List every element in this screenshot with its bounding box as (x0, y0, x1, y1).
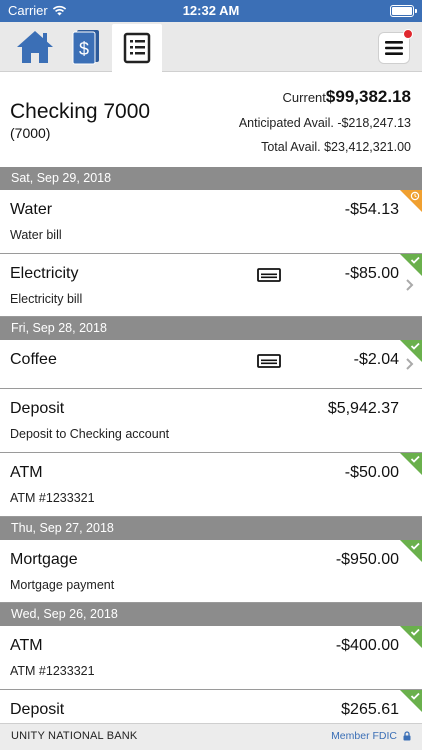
chevron-right-icon[interactable] (405, 278, 415, 292)
transaction-amount: -$54.13 (344, 201, 399, 218)
transaction-name: Deposit (10, 400, 65, 417)
current-balance-label: Current (282, 90, 326, 105)
clock-icon (410, 191, 420, 201)
status-bar: Carrier 12:32 AM (0, 0, 422, 22)
total-balance-label: Total Avail. (261, 140, 321, 154)
transaction-row[interactable]: Electricity -$85.00 Electricity bill (0, 254, 422, 317)
transaction-description: ATM #1233321 (10, 664, 95, 678)
transaction-row[interactable]: Deposit $5,942.37 Deposit to Checking ac… (0, 389, 422, 453)
fdic-label: Member FDIC (331, 730, 397, 742)
tab-home[interactable] (12, 24, 58, 70)
transaction-amount: $265.61 (341, 701, 399, 718)
anticipated-balance: Anticipated Avail. -$218,247.13 (239, 116, 411, 130)
transaction-name: Electricity (10, 265, 79, 282)
transaction-row[interactable]: Coffee -$2.04 (0, 340, 422, 389)
transaction-name: Mortgage (10, 551, 78, 568)
home-icon (17, 31, 53, 63)
account-name: Checking 7000 (10, 100, 151, 123)
checkmark-icon (410, 342, 420, 350)
tab-register[interactable] (112, 24, 162, 72)
transaction-row[interactable]: ATM -$50.00 ATM #1233321 (0, 453, 422, 517)
anticipated-balance-value: -$218,247.13 (337, 116, 411, 130)
transaction-row[interactable]: Water -$54.13 Water bill (0, 190, 422, 254)
total-balance-value: $23,412,321.00 (324, 140, 411, 154)
notification-badge (403, 29, 413, 39)
transaction-amount: -$2.04 (353, 351, 399, 368)
register-icon (123, 32, 151, 64)
tab-accounts[interactable]: $ (62, 24, 108, 70)
transaction-name: ATM (10, 637, 43, 654)
nav-bar: $ (0, 22, 422, 72)
transaction-name: ATM (10, 464, 43, 481)
transaction-row[interactable]: Mortgage -$950.00 Mortgage payment (0, 540, 422, 603)
transaction-amount: -$85.00 (344, 265, 399, 282)
date-header: Sat, Sep 29, 2018 (0, 167, 422, 190)
transaction-amount: -$50.00 (344, 464, 399, 481)
checkmark-icon (410, 692, 420, 700)
account-header: Checking 7000 (7000) Current$99,382.18 A… (0, 72, 422, 167)
current-balance: Current$99,382.18 (283, 87, 411, 107)
menu-icon (385, 41, 403, 55)
memo-icon (257, 268, 281, 282)
checkmark-icon (410, 542, 420, 550)
anticipated-balance-label: Anticipated Avail. (238, 116, 334, 130)
checkmark-icon (410, 256, 420, 264)
date-header: Fri, Sep 28, 2018 (0, 317, 422, 340)
total-balance: Total Avail. $23,412,321.00 (261, 140, 411, 154)
svg-text:$: $ (79, 39, 89, 59)
transaction-description: Deposit to Checking account (10, 427, 170, 441)
transaction-amount: -$950.00 (335, 551, 399, 568)
lock-icon (403, 731, 411, 741)
date-header: Wed, Sep 26, 2018 (0, 603, 422, 626)
money-icon: $ (72, 30, 99, 65)
transaction-row[interactable]: ATM -$400.00 ATM #1233321 (0, 626, 422, 690)
footer: UNITY NATIONAL BANK Member FDIC (0, 723, 422, 750)
transaction-description: Mortgage payment (10, 578, 115, 592)
fdic-notice: Member FDIC (331, 730, 411, 742)
transaction-amount: $5,942.37 (327, 400, 399, 417)
account-number: (7000) (10, 125, 51, 141)
battery-icon (390, 5, 417, 17)
transaction-name: Deposit (10, 701, 65, 718)
menu-button[interactable] (378, 29, 413, 64)
chevron-right-icon[interactable] (405, 357, 415, 371)
transaction-name: Water (10, 201, 53, 218)
bank-name: UNITY NATIONAL BANK (11, 730, 138, 742)
transaction-row[interactable]: Deposit $265.61 (0, 690, 422, 723)
checkmark-icon (410, 628, 420, 636)
memo-icon (257, 354, 281, 368)
clock: 12:32 AM (182, 3, 240, 18)
transaction-description: Water bill (10, 228, 62, 242)
current-balance-value: $99,382.18 (325, 87, 411, 106)
date-header: Thu, Sep 27, 2018 (0, 517, 422, 540)
transaction-name: Coffee (10, 351, 57, 368)
checkmark-icon (410, 455, 420, 463)
transaction-amount: -$400.00 (335, 637, 399, 654)
transaction-description: Electricity bill (10, 292, 83, 306)
transaction-description: ATM #1233321 (10, 491, 95, 505)
